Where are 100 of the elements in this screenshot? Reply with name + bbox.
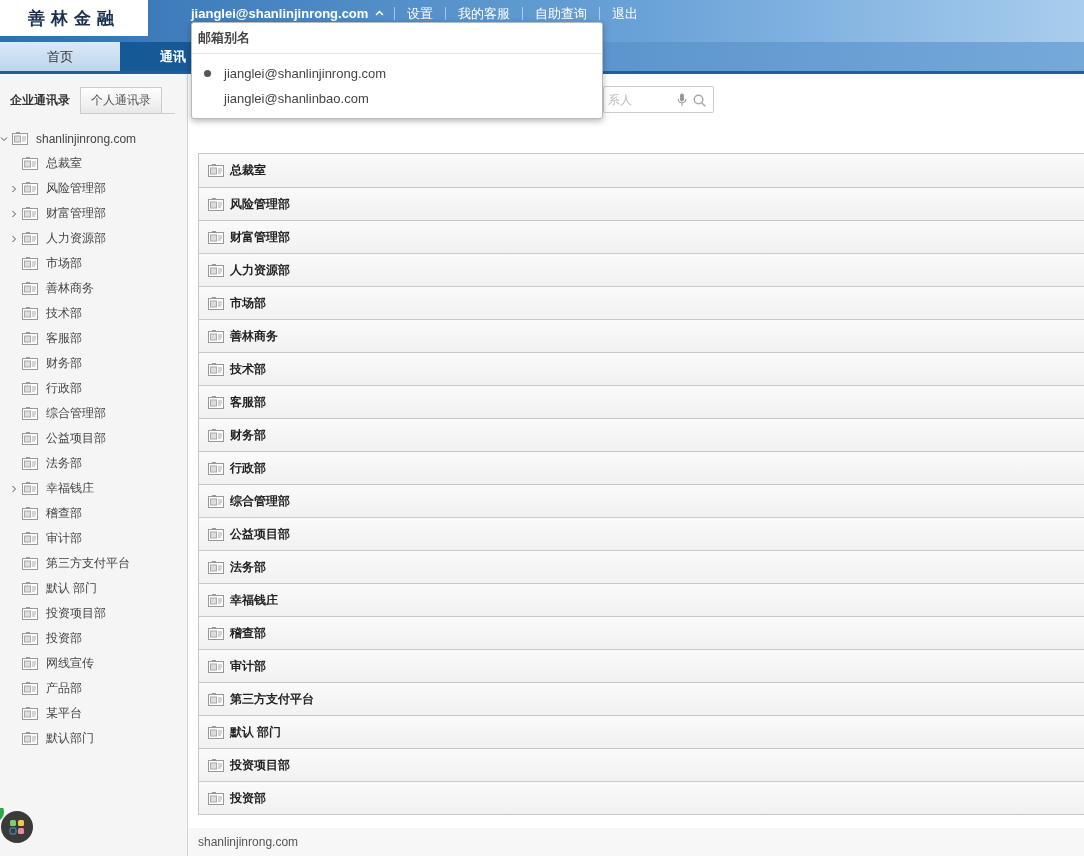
tree-item[interactable]: 第三方支付平台 xyxy=(46,555,130,572)
contact-card-icon xyxy=(208,791,224,805)
nav-tab[interactable]: 首页 xyxy=(0,42,120,71)
tree-item[interactable]: 默认部门 xyxy=(46,730,94,747)
tree-item[interactable]: 投资项目部 xyxy=(46,605,106,622)
department-row[interactable]: 人力资源部 xyxy=(199,253,1084,286)
department-row[interactable]: 综合管理部 xyxy=(199,484,1084,517)
contact-card-icon xyxy=(208,758,224,772)
tree-item[interactable]: 技术部 xyxy=(46,305,82,322)
contact-card-icon xyxy=(22,432,38,445)
contact-card-icon xyxy=(208,263,224,277)
tree-item[interactable]: 综合管理部 xyxy=(46,405,106,422)
microphone-icon[interactable] xyxy=(677,93,687,107)
contact-card-icon xyxy=(12,132,28,145)
department-row[interactable]: 风险管理部 xyxy=(199,187,1084,220)
tree-item[interactable]: 人力资源部 xyxy=(46,230,106,247)
department-row[interactable]: 审计部 xyxy=(199,649,1084,682)
contact-card-icon xyxy=(208,230,224,244)
contact-card-icon xyxy=(208,725,224,739)
department-row[interactable]: 幸福钱庄 xyxy=(199,583,1084,616)
department-row[interactable]: 默认 部门 xyxy=(199,715,1084,748)
tree-item[interactable]: shanlinjinrong.com xyxy=(36,131,137,146)
contact-card-icon xyxy=(208,395,224,409)
contact-card-icon xyxy=(22,282,38,295)
logo: 善林金融 xyxy=(0,0,148,36)
search-icon[interactable] xyxy=(693,93,706,107)
account-name[interactable]: jianglei@shanlinjinrong.com xyxy=(191,5,369,21)
tree-item[interactable]: 财务部 xyxy=(46,355,82,372)
contact-card-icon xyxy=(208,329,224,343)
tree-item[interactable]: 审计部 xyxy=(46,530,82,547)
contact-card-icon xyxy=(22,732,38,745)
contact-card-icon xyxy=(208,692,224,706)
tree-item[interactable]: 公益项目部 xyxy=(46,430,106,447)
department-row[interactable]: 第三方支付平台 xyxy=(199,682,1084,715)
tree-item[interactable]: 善林商务 xyxy=(46,280,94,297)
chevron-right-icon[interactable] xyxy=(10,209,18,218)
contact-card-icon xyxy=(22,707,38,720)
contact-card-icon xyxy=(208,197,224,211)
contact-card-icon xyxy=(22,557,38,570)
contact-card-icon xyxy=(22,157,38,170)
contact-card-icon xyxy=(208,527,224,541)
department-row[interactable]: 稽查部 xyxy=(199,616,1084,649)
alias-option[interactable]: jianglei@shanlinbao.com xyxy=(224,91,369,106)
contact-card-icon xyxy=(22,332,38,345)
contact-card-icon xyxy=(22,357,38,370)
tree-item[interactable]: 行政部 xyxy=(46,380,82,397)
contact-card-icon xyxy=(22,232,38,245)
contact-card-icon xyxy=(22,182,38,195)
tree-item[interactable]: 投资部 xyxy=(46,630,82,647)
contact-card-icon xyxy=(208,593,224,607)
contact-card-icon xyxy=(22,632,38,645)
contact-card-icon xyxy=(22,457,38,470)
contact-card-icon xyxy=(22,532,38,545)
caret-up-icon[interactable] xyxy=(375,10,385,16)
department-row[interactable]: 法务部 xyxy=(199,550,1084,583)
tree-item[interactable]: 网线宣传 xyxy=(46,655,94,672)
chevron-right-icon[interactable] xyxy=(10,484,18,493)
contact-card-icon xyxy=(22,582,38,595)
department-row[interactable]: 投资部 xyxy=(199,781,1084,814)
search-field[interactable]: 系人 xyxy=(603,86,714,113)
contact-card-icon xyxy=(22,382,38,395)
tree-item[interactable]: 财富管理部 xyxy=(46,205,106,222)
department-row[interactable]: 财务部 xyxy=(199,418,1084,451)
contact-card-icon xyxy=(208,362,224,376)
tree-item[interactable]: 风险管理部 xyxy=(46,180,106,197)
tree-item[interactable]: 幸福钱庄 xyxy=(46,480,94,497)
tree-item[interactable]: 法务部 xyxy=(46,455,82,472)
contact-card-icon xyxy=(22,657,38,670)
tree-item[interactable]: 某平台 xyxy=(46,705,82,722)
tree-item[interactable]: 默认 部门 xyxy=(46,580,98,597)
status-text: shanlinjinrong.com xyxy=(198,835,299,849)
contact-card-icon xyxy=(22,257,38,270)
contact-card-icon xyxy=(22,607,38,620)
department-row[interactable]: 善林商务 xyxy=(199,319,1084,352)
chevron-right-icon[interactable] xyxy=(10,184,18,193)
tree-item[interactable]: 客服部 xyxy=(46,330,82,347)
chevron-right-icon[interactable] xyxy=(10,234,18,243)
tree-item[interactable]: 稽查部 xyxy=(46,505,82,522)
contact-card-icon xyxy=(22,307,38,320)
chevron-down-icon[interactable] xyxy=(0,134,8,143)
department-row[interactable]: 公益项目部 xyxy=(199,517,1084,550)
department-row[interactable]: 客服部 xyxy=(199,385,1084,418)
department-row[interactable]: 行政部 xyxy=(199,451,1084,484)
department-row[interactable]: 投资项目部 xyxy=(199,748,1084,781)
contact-card-icon xyxy=(22,207,38,220)
tree-item[interactable]: 总裁室 xyxy=(46,155,82,172)
contact-card-icon xyxy=(208,461,224,475)
sidebar-tab[interactable]: 个人通讯录 xyxy=(80,87,162,113)
department-row[interactable]: 技术部 xyxy=(199,352,1084,385)
contact-card-icon xyxy=(22,682,38,695)
tree-item[interactable]: 市场部 xyxy=(46,255,82,272)
tree-item[interactable]: 产品部 xyxy=(46,680,82,697)
contact-card-icon xyxy=(208,659,224,673)
contact-card-icon xyxy=(208,626,224,640)
contact-card-icon xyxy=(22,482,38,495)
app-launcher-icon[interactable] xyxy=(0,808,34,844)
department-row[interactable]: 总裁室 xyxy=(199,154,1084,187)
department-row[interactable]: 财富管理部 xyxy=(199,220,1084,253)
contact-card-icon xyxy=(22,407,38,420)
department-row[interactable]: 市场部 xyxy=(199,286,1084,319)
